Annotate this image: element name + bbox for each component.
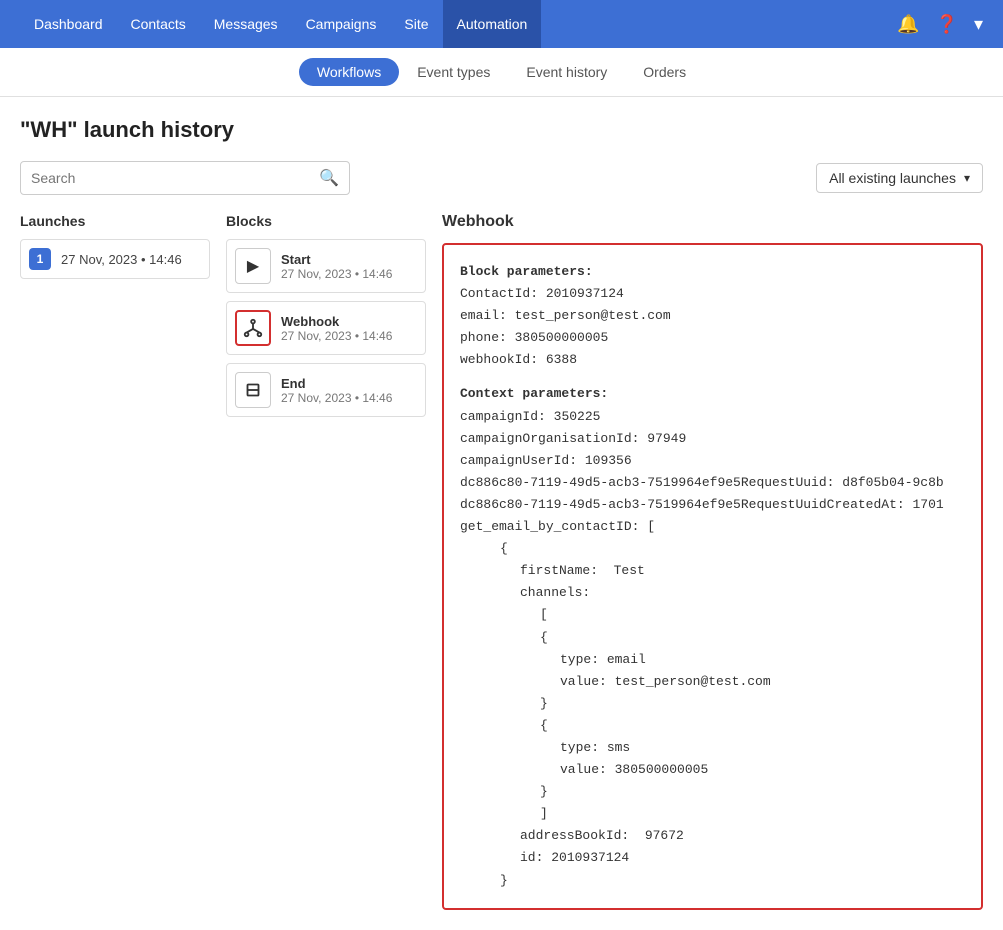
webhook-icon xyxy=(235,310,271,346)
blocks-panel-title: Blocks xyxy=(226,213,426,229)
toolbar: 🔍 All existing launches ▾ xyxy=(20,161,983,195)
launches-panel: Launches 1 27 Nov, 2023 • 14:46 xyxy=(20,213,210,279)
end-icon xyxy=(235,372,271,408)
page-content: "WH" launch history 🔍 All existing launc… xyxy=(0,97,1003,930)
channels-label-row: channels: xyxy=(460,582,965,604)
block-info-webhook: Webhook 27 Nov, 2023 • 14:46 xyxy=(281,314,392,343)
campaign-org-id-row: campaignOrganisationId: 97949 xyxy=(460,428,965,450)
ch2-value-row: value: 380500000005 xyxy=(460,759,965,781)
filter-label: All existing launches xyxy=(829,170,956,186)
ch2-close-row: } xyxy=(460,781,965,803)
nav-automation[interactable]: Automation xyxy=(443,0,542,48)
block-item-end[interactable]: End 27 Nov, 2023 • 14:46 xyxy=(226,363,426,417)
search-box: 🔍 xyxy=(20,161,350,195)
ch1-value-row: value: test_person@test.com xyxy=(460,671,965,693)
ch1-close-row: } xyxy=(460,693,965,715)
webhook-detail-panel: Webhook Block parameters: ContactId: 201… xyxy=(442,213,983,910)
address-book-id-row: addressBookId: 97672 xyxy=(460,825,965,847)
tab-event-types[interactable]: Event types xyxy=(399,58,508,86)
start-icon: ▶ xyxy=(235,248,271,284)
channels-close-row: ] xyxy=(460,803,965,825)
block-params-label: Block parameters: xyxy=(460,261,965,283)
first-name-row: firstName: Test xyxy=(460,560,965,582)
request-uuid-created-row: dc886c80-7119-49d5-acb3-7519964ef9e5Requ… xyxy=(460,494,965,516)
filter-dropdown[interactable]: All existing launches ▾ xyxy=(816,163,983,193)
campaign-user-id-row: campaignUserId: 109356 xyxy=(460,450,965,472)
block-name-start: Start xyxy=(281,252,392,267)
block-date-start: 27 Nov, 2023 • 14:46 xyxy=(281,267,392,281)
ch2-open-row: { xyxy=(460,715,965,737)
sub-nav: Workflows Event types Event history Orde… xyxy=(0,48,1003,97)
phone-row: phone: 380500000005 xyxy=(460,327,965,349)
contact-id-row: ContactId: 2010937124 xyxy=(460,283,965,305)
webhook-panel-title: Webhook xyxy=(442,213,983,231)
obj-close-row: } xyxy=(460,870,965,892)
context-params-label: Context parameters: xyxy=(460,383,965,405)
chevron-down-icon: ▾ xyxy=(964,171,970,185)
campaign-id-row: campaignId: 350225 xyxy=(460,406,965,428)
block-name-webhook: Webhook xyxy=(281,314,392,329)
nav-items: Dashboard Contacts Messages Campaigns Si… xyxy=(20,0,897,48)
webhook-id-row: webhookId: 6388 xyxy=(460,349,965,371)
nav-right: 🔔 ❓ ▾ xyxy=(897,14,983,35)
tab-orders[interactable]: Orders xyxy=(625,58,704,86)
launches-panel-title: Launches xyxy=(20,213,210,229)
block-info-end: End 27 Nov, 2023 • 14:46 xyxy=(281,376,392,405)
channels-open-row: [ xyxy=(460,604,965,626)
launch-date: 27 Nov, 2023 • 14:46 xyxy=(61,252,182,267)
nav-site[interactable]: Site xyxy=(390,0,442,48)
nav-contacts[interactable]: Contacts xyxy=(117,0,200,48)
block-date-end: 27 Nov, 2023 • 14:46 xyxy=(281,391,392,405)
main-panels: Launches 1 27 Nov, 2023 • 14:46 Blocks ▶… xyxy=(20,213,983,910)
top-nav: Dashboard Contacts Messages Campaigns Si… xyxy=(0,0,1003,48)
webhook-content: Block parameters: ContactId: 2010937124 … xyxy=(442,243,983,910)
block-info-start: Start 27 Nov, 2023 • 14:46 xyxy=(281,252,392,281)
ch2-type-row: type: sms xyxy=(460,737,965,759)
email-row: email: test_person@test.com xyxy=(460,305,965,327)
block-item-webhook[interactable]: Webhook 27 Nov, 2023 • 14:46 xyxy=(226,301,426,355)
nav-dashboard[interactable]: Dashboard xyxy=(20,0,117,48)
get-email-row: get_email_by_contactID: [ xyxy=(460,516,965,538)
launch-item[interactable]: 1 27 Nov, 2023 • 14:46 xyxy=(20,239,210,279)
ch1-open-row: { xyxy=(460,627,965,649)
block-date-webhook: 27 Nov, 2023 • 14:46 xyxy=(281,329,392,343)
block-name-end: End xyxy=(281,376,392,391)
bell-icon[interactable]: 🔔 xyxy=(897,14,919,35)
nav-campaigns[interactable]: Campaigns xyxy=(292,0,391,48)
tab-workflows[interactable]: Workflows xyxy=(299,58,399,86)
help-icon[interactable]: ❓ xyxy=(936,14,958,35)
request-uuid-row: dc886c80-7119-49d5-acb3-7519964ef9e5Requ… xyxy=(460,472,965,494)
tab-event-history[interactable]: Event history xyxy=(508,58,625,86)
search-icon-button[interactable]: 🔍 xyxy=(319,168,339,188)
block-item-start[interactable]: ▶ Start 27 Nov, 2023 • 14:46 xyxy=(226,239,426,293)
ch1-type-row: type: email xyxy=(460,649,965,671)
search-input[interactable] xyxy=(31,170,319,186)
obj-open-row: { xyxy=(460,538,965,560)
nav-messages[interactable]: Messages xyxy=(200,0,292,48)
launch-number: 1 xyxy=(29,248,51,270)
page-title: "WH" launch history xyxy=(20,117,983,143)
id-row: id: 2010937124 xyxy=(460,847,965,869)
blocks-panel: Blocks ▶ Start 27 Nov, 2023 • 14:46 xyxy=(226,213,426,425)
chevron-down-icon[interactable]: ▾ xyxy=(974,14,983,35)
